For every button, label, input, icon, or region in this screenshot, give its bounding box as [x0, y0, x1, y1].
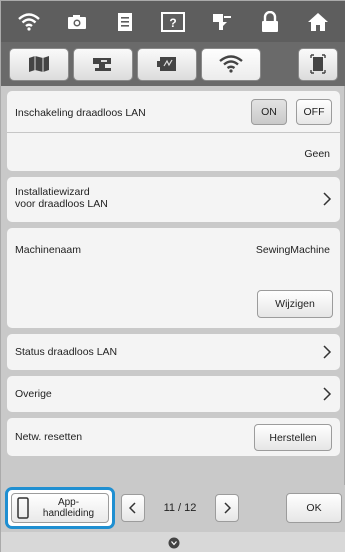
bottom-handle	[1, 532, 345, 552]
chevron-right-icon	[323, 345, 332, 359]
smartphone-icon	[17, 497, 29, 519]
machine-name-value: SewingMachine	[255, 244, 330, 256]
pager: 11 / 12	[121, 493, 251, 523]
wlan-enable-label: Inschakeling draadloos LAN	[15, 107, 146, 119]
chevron-left-icon	[129, 502, 136, 514]
grip-icon[interactable]	[168, 537, 180, 549]
tab-general[interactable]	[9, 47, 69, 81]
wlan-on-button[interactable]: ON	[251, 99, 287, 125]
settings-tab-row	[1, 42, 345, 86]
screen-icon	[310, 54, 326, 74]
machine-name-label: Machinenaam	[15, 244, 81, 256]
network-value: Geen	[304, 148, 330, 160]
wlan-off-button[interactable]: OFF	[296, 99, 332, 125]
ok-button[interactable]: OK	[286, 493, 342, 523]
bottom-bar: App- handleiding 11 / 12 OK	[1, 485, 345, 552]
lock-icon[interactable]	[253, 5, 287, 39]
wlan-status-row[interactable]: Status draadloos LAN	[7, 334, 340, 370]
wizard-label-line1: Installatiewizard	[15, 186, 90, 198]
settings-screen: ? Inschakeling draadloos LAN ON OFF Geen…	[0, 0, 345, 552]
tab-screen[interactable]	[298, 47, 338, 81]
chevron-right-icon	[224, 502, 231, 514]
app-guide-line1: App-	[57, 497, 80, 508]
chevron-right-icon	[323, 387, 332, 401]
embroidery-icon[interactable]	[205, 5, 239, 39]
sewing-machine-icon	[93, 58, 111, 71]
network-reset-row: Netw. resetten Herstellen	[7, 418, 340, 456]
embroidery-frame-icon	[157, 57, 176, 71]
app-guide-button[interactable]: App- handleiding	[5, 487, 115, 529]
machine-name-row: Machinenaam SewingMachine Wijzigen	[7, 228, 340, 328]
app-guide-button-face: App- handleiding	[11, 493, 109, 523]
next-page-button[interactable]	[215, 494, 239, 522]
tab-wireless[interactable]	[201, 47, 261, 81]
wifi-icon	[219, 55, 243, 73]
other-label: Overige	[15, 388, 52, 400]
row-divider	[7, 132, 340, 133]
home-icon[interactable]	[301, 5, 335, 39]
change-name-button[interactable]: Wijzigen	[257, 290, 333, 318]
map-icon	[29, 56, 49, 72]
wlan-enable-row: Inschakeling draadloos LAN ON OFF Geen	[7, 91, 340, 171]
document-icon[interactable]	[108, 5, 142, 39]
app-guide-line2: handleiding	[42, 508, 95, 519]
camera-icon[interactable]	[60, 5, 94, 39]
tab-embroidery[interactable]	[137, 47, 197, 81]
page-indicator: 11 / 12	[163, 502, 197, 514]
tab-sewing[interactable]	[73, 47, 133, 81]
reset-button[interactable]: Herstellen	[254, 424, 332, 451]
svg-text:?: ?	[170, 16, 177, 30]
chevron-right-icon	[323, 192, 332, 206]
other-row[interactable]: Overige	[7, 376, 340, 412]
wlan-status-label: Status draadloos LAN	[15, 346, 118, 358]
wizard-row[interactable]: Installatiewizard voor draadloos LAN	[7, 177, 340, 222]
previous-page-button[interactable]	[121, 494, 145, 522]
wizard-label: Installatiewizard voor draadloos LAN	[15, 186, 108, 210]
network-reset-label: Netw. resetten	[15, 431, 83, 443]
top-icon-bar: ?	[1, 1, 345, 42]
app-guide-label: App- handleiding	[29, 497, 108, 519]
wifi-icon[interactable]	[12, 5, 46, 39]
wizard-label-line2: voor draadloos LAN	[15, 198, 108, 210]
help-icon[interactable]: ?	[156, 5, 190, 39]
settings-list: Inschakeling draadloos LAN ON OFF Geen I…	[7, 91, 340, 462]
